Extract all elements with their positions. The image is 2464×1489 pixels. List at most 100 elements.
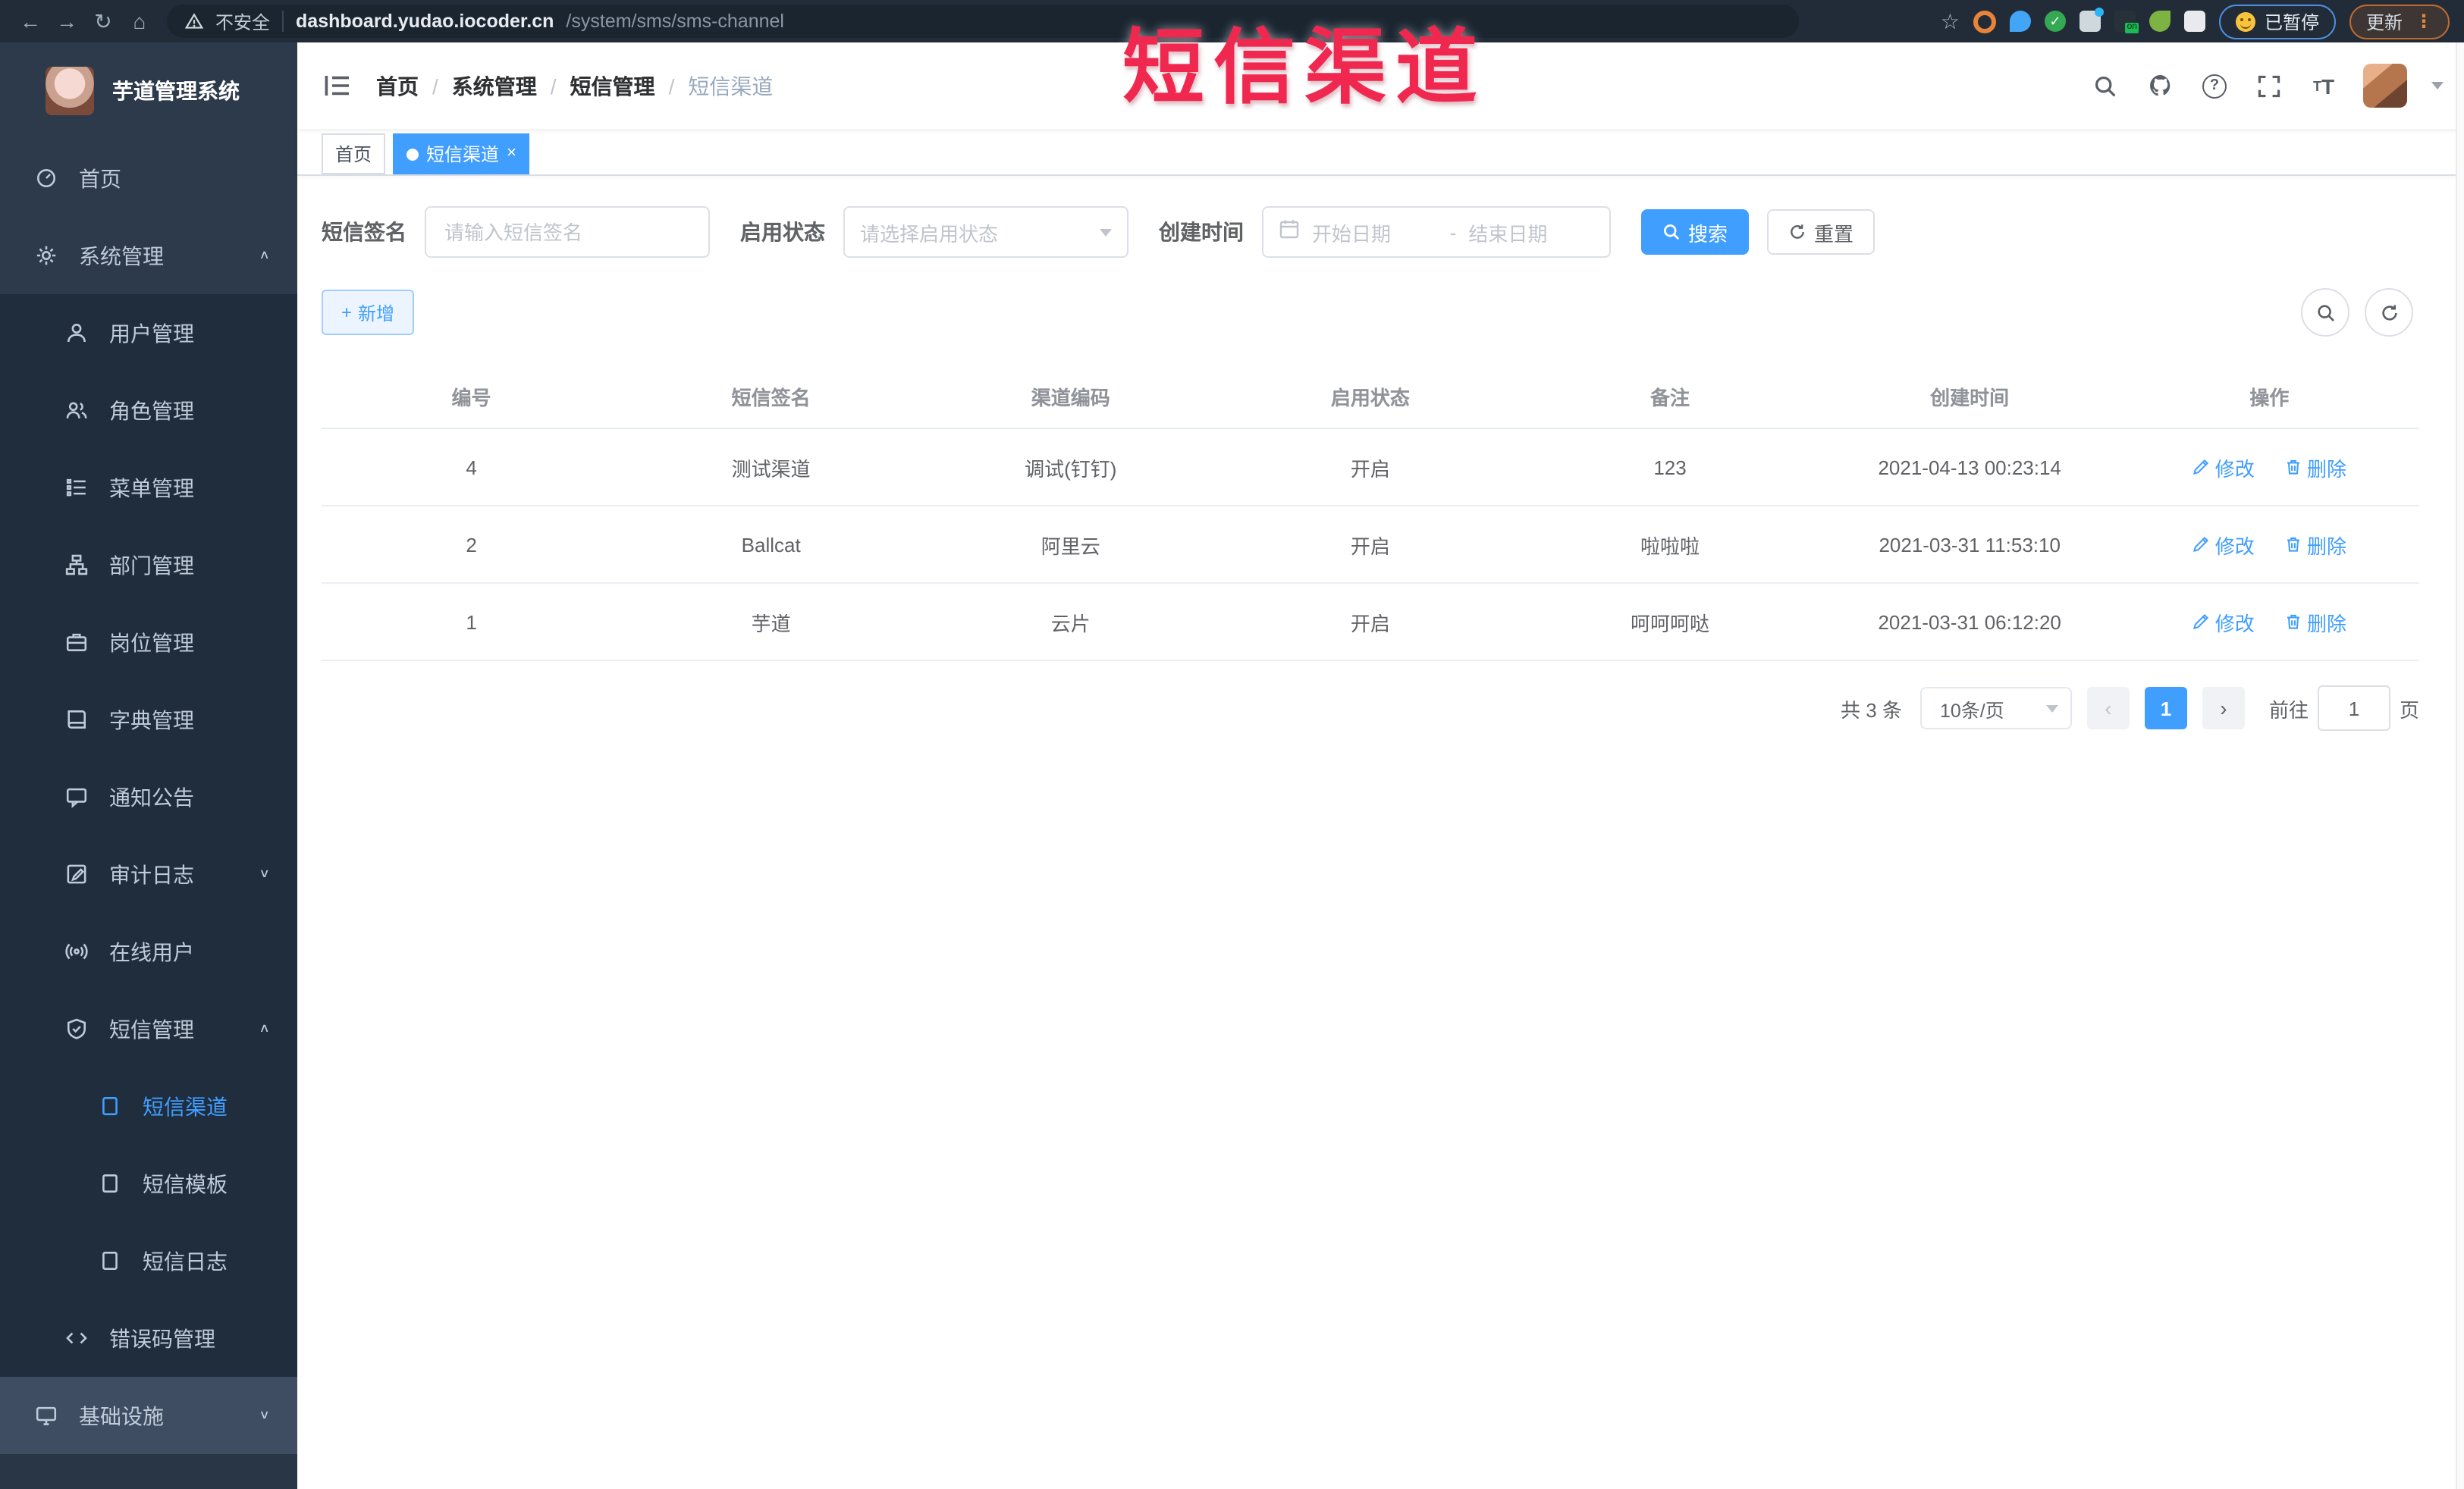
goto-page-input[interactable]: [2317, 685, 2390, 731]
cell-remark: 呵呵呵哒: [1520, 583, 1820, 661]
table-row: 2 Ballcat 阿里云 开启 啦啦啦 2021-03-31 11:53:10…: [322, 506, 2419, 584]
delete-link[interactable]: 删除: [2284, 530, 2346, 559]
prev-page-button[interactable]: ‹: [2086, 687, 2130, 729]
menu-dots-icon[interactable]: ⋮: [2415, 11, 2433, 32]
update-button[interactable]: 更新 ⋮: [2349, 4, 2450, 39]
sidebar-item-menus[interactable]: 菜单管理: [0, 449, 297, 526]
delete-icon: [2284, 613, 2302, 631]
breadcrumb-home[interactable]: 首页: [376, 71, 419, 101]
cell-created: 2021-04-13 00:23:14: [1819, 428, 2120, 506]
tab-sms-channel[interactable]: 短信渠道 ×: [393, 133, 530, 174]
col-id: 编号: [322, 364, 622, 429]
header-actions: ? TT: [2090, 64, 2444, 108]
url-host: dashboard.yudao.iocoder.cn: [296, 11, 554, 32]
sidebar-item-errcode[interactable]: 错误码管理: [0, 1299, 297, 1377]
date-range-picker[interactable]: 开始日期 - 结束日期: [1262, 206, 1611, 258]
sidebar-item-roles[interactable]: 角色管理: [0, 371, 297, 449]
status-label: 启用状态: [740, 220, 825, 244]
sidebar-logo[interactable]: 芋道管理系统: [0, 42, 297, 139]
back-icon[interactable]: ←: [15, 6, 46, 36]
delete-link[interactable]: 删除: [2284, 453, 2346, 481]
table-toolbar: + 新增: [322, 288, 2419, 337]
refresh-table-button[interactable]: [2365, 288, 2413, 337]
toggle-search-button[interactable]: [2301, 288, 2349, 337]
forward-icon[interactable]: →: [52, 6, 82, 36]
cell-actions: 修改 删除: [2119, 428, 2419, 506]
edit-link[interactable]: 修改: [2192, 530, 2255, 559]
reset-button[interactable]: 重置: [1767, 209, 1875, 255]
tab-home[interactable]: 首页: [322, 133, 386, 174]
cell-actions: 修改 删除: [2119, 583, 2419, 661]
sidebar-item-depts[interactable]: 部门管理: [0, 526, 297, 603]
page-suffix: 页: [2399, 698, 2419, 721]
sign-input[interactable]: [425, 206, 710, 258]
edit-link[interactable]: 修改: [2192, 453, 2255, 481]
sidebar-item-system[interactable]: 系统管理 ∧: [0, 217, 297, 294]
sign-label: 短信签名: [322, 220, 406, 244]
time-label: 创建时间: [1159, 220, 1244, 244]
avatar[interactable]: [2363, 64, 2407, 108]
help-icon[interactable]: ?: [2199, 71, 2230, 101]
url-path: /system/sms/sms-channel: [566, 11, 784, 32]
close-tab-icon[interactable]: ×: [507, 145, 516, 162]
breadcrumb-sms[interactable]: 短信管理: [570, 71, 655, 101]
sidebar-item-sms-channel[interactable]: 短信渠道: [0, 1067, 297, 1145]
sidebar-item-auditlog[interactable]: 审计日志 ∨: [0, 835, 297, 913]
page-scrollbar[interactable]: [2456, 42, 2464, 1489]
paused-badge[interactable]: 已暂停: [2218, 4, 2336, 39]
bookmark-star-icon[interactable]: ☆: [1941, 8, 1960, 34]
pagination: 共 3 条 10条/页 ‹ 1 › 前往 页: [322, 685, 2419, 731]
sidebar-item-users[interactable]: 用户管理: [0, 294, 297, 371]
edit-link[interactable]: 修改: [2192, 607, 2255, 636]
people-extension-icon[interactable]: [2079, 8, 2104, 32]
page-content: 短信签名 启用状态 请选择启用状态 创建时间: [297, 176, 2464, 731]
cell-remark: 123: [1520, 428, 1820, 506]
chevron-down-icon: [2045, 704, 2058, 712]
github-icon[interactable]: [2145, 71, 2175, 101]
sidebar-item-online[interactable]: 在线用户: [0, 913, 297, 990]
sidebar-filler: [0, 1454, 297, 1489]
message-icon: [64, 785, 88, 809]
pin-extension-icon[interactable]: [2009, 11, 2031, 32]
status-select[interactable]: 请选择启用状态: [843, 206, 1128, 258]
page-1-button[interactable]: 1: [2144, 687, 2187, 729]
address-bar[interactable]: 不安全 dashboard.yudao.iocoder.cn/system/sm…: [167, 5, 1799, 38]
col-code: 渠道编码: [921, 364, 1221, 429]
delete-link[interactable]: 删除: [2284, 607, 2346, 636]
sidebar-item-infra[interactable]: 基础设施 ∨: [0, 1377, 297, 1454]
hamburger-icon[interactable]: [322, 71, 352, 101]
check-extension-icon[interactable]: ✓: [2044, 11, 2066, 32]
menu-list-icon: [64, 475, 88, 500]
divider: [282, 11, 284, 32]
breadcrumb-system[interactable]: 系统管理: [452, 71, 537, 101]
app-title: 芋道管理系统: [112, 79, 240, 103]
sidebar-item-home[interactable]: 首页: [0, 139, 297, 217]
briefcase-icon: [64, 630, 88, 654]
edit-icon: [2192, 458, 2211, 476]
sidebar-item-sms[interactable]: 短信管理 ∧: [0, 990, 297, 1067]
dark-on-extension-icon[interactable]: [2114, 11, 2139, 33]
cell-id: 1: [322, 583, 622, 661]
sprout-extension-icon[interactable]: [2149, 11, 2171, 32]
puzzle-extension-icon[interactable]: [2183, 11, 2205, 32]
refresh-icon[interactable]: ↻: [88, 6, 118, 36]
sidebar-item-notices[interactable]: 通知公告: [0, 758, 297, 835]
fullscreen-icon[interactable]: [2254, 71, 2284, 101]
add-button[interactable]: + 新增: [322, 290, 415, 335]
caret-down-icon[interactable]: [2431, 82, 2444, 89]
page-size-select[interactable]: 10条/页: [1919, 687, 2072, 729]
search-icon[interactable]: [2090, 71, 2120, 101]
edit-icon: [2192, 613, 2211, 631]
sidebar-item-sms-template[interactable]: 短信模板: [0, 1145, 297, 1222]
orange-extension-icon[interactable]: [1973, 10, 1996, 33]
sidebar-item-dicts[interactable]: 字典管理: [0, 681, 297, 758]
sidebar-item-posts[interactable]: 岗位管理: [0, 603, 297, 681]
next-page-button[interactable]: ›: [2202, 687, 2245, 729]
app-header: 首页 / 系统管理 / 短信管理 / 短信渠道 ? T T: [297, 42, 2464, 129]
delete-icon: [2284, 535, 2302, 553]
sidebar-item-sms-log[interactable]: 短信日志: [0, 1222, 297, 1299]
home-icon[interactable]: ⌂: [124, 6, 155, 36]
search-button[interactable]: 搜索: [1641, 209, 1750, 255]
cell-remark: 啦啦啦: [1520, 506, 1820, 584]
font-size-icon[interactable]: TT: [2309, 71, 2339, 101]
